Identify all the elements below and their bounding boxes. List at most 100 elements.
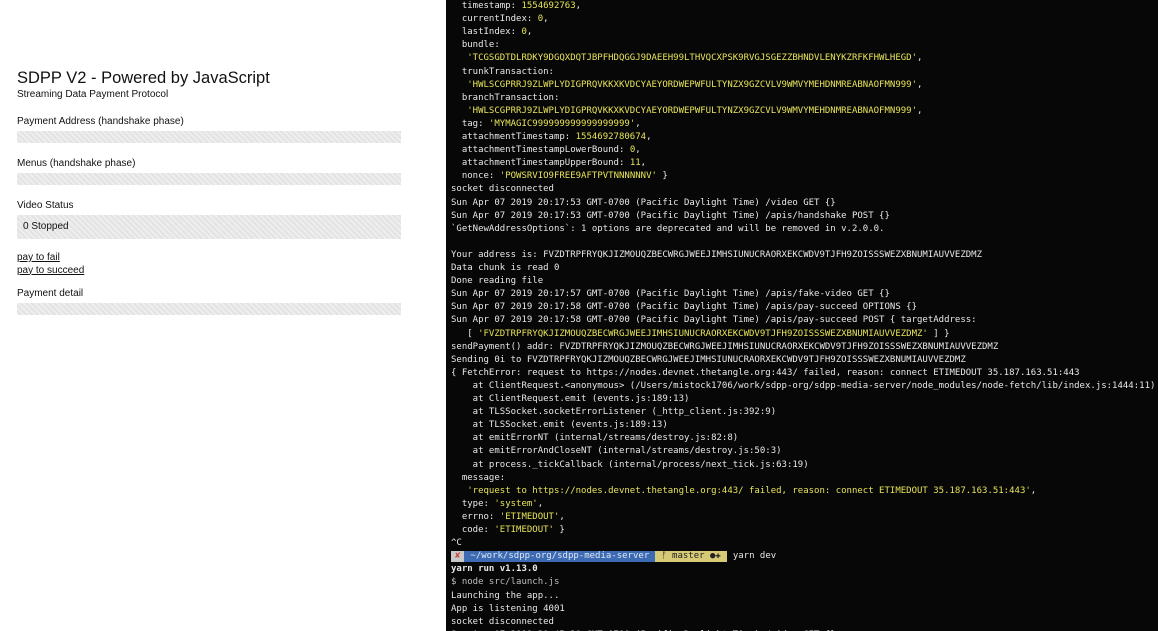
payment-address-label: Payment Address (handshake phase) (17, 116, 184, 127)
terminal-line: yarn run v1.13.0 (451, 563, 538, 576)
terminal-text: 'ETIMEDOUT' (499, 511, 560, 522)
terminal-text: , (640, 158, 647, 169)
terminal-line: Done reading file (451, 275, 543, 288)
terminal-text: 'POWSRVIO9FREE9AFTPVTNNNNNNV' (499, 171, 657, 182)
payment-detail-label: Payment detail (17, 288, 84, 299)
terminal-line: 'HWLSCGPRRJ9ZLWPLYDIGPRQVKKXKVDCYAEYORDW… (451, 79, 922, 92)
terminal-line: at ClientRequest.emit (events.js:189:13) (451, 393, 690, 406)
pay-to-fail-link[interactable]: pay to fail (17, 252, 401, 265)
terminal-text: Your address is: FVZDTRPFRYQKJIZMOUQZBEC… (451, 249, 983, 260)
terminal-line: message: (451, 472, 505, 485)
terminal-text: ] } (927, 328, 950, 339)
terminal-text: code: (451, 525, 495, 535)
terminal-text: at process._tickCallback (internal/proce… (451, 459, 809, 470)
terminal-line: sendPayment() addr: FVZDTRPFRYQKJIZMOUQZ… (451, 341, 998, 354)
terminal-line: socket disconnected (451, 616, 554, 629)
terminal-line: at TLSSocket.socketErrorListener (_http_… (451, 406, 776, 419)
terminal-text: , (575, 1, 582, 11)
terminal-text: , (646, 132, 652, 142)
terminal-text: errno: (451, 511, 500, 522)
terminal-text: at TLSSocket.emit (events.js:189:13) (451, 420, 668, 431)
terminal-text: , (917, 53, 923, 64)
terminal-line: Sun Apr 07 2019 20:17:57 GMT-0700 (Pacif… (451, 288, 890, 301)
payment-detail-field (17, 303, 401, 315)
terminal-text: lastIndex: (451, 27, 522, 38)
terminal-text: branchTransaction: (451, 92, 560, 103)
terminal-text: } (553, 525, 565, 535)
terminal-text: at ClientRequest.emit (events.js:189:13) (451, 394, 690, 404)
prompt-command: yarn dev (732, 551, 777, 562)
terminal-text: , (526, 27, 533, 38)
terminal-text: 'TCGSGDTDLRDKY9DGQXDQTJBPFHDQGGJ9DAEEH99… (451, 53, 917, 64)
terminal-line: trunkTransaction: (451, 66, 554, 79)
terminal-text: , (635, 145, 641, 156)
terminal-line: { FetchError: request to https://nodes.d… (451, 367, 1080, 380)
terminal-line: [ 'FVZDTRPFRYQKJIZMOUQZBECWRGJWEEJIMHSIU… (451, 328, 950, 341)
pay-to-succeed-link[interactable]: pay to succeed (17, 265, 401, 278)
terminal-text: 'system' (494, 498, 538, 509)
terminal-line: currentIndex: 0, (451, 13, 549, 26)
terminal-text: , (559, 511, 565, 522)
terminal-line: ^C (451, 537, 462, 550)
terminal-line: `GetNewAddressOptions`: 1 options are de… (451, 223, 884, 236)
terminal-text: Sun Apr 07 2019 20:17:57 GMT-0700 (Pacif… (451, 289, 890, 300)
terminal-text: nonce: (451, 171, 500, 182)
terminal-text: App is listening 4001 (451, 603, 565, 614)
terminal-line: attachmentTimestampLowerBound: 0, (451, 144, 641, 157)
terminal-text: attachmentTimestamp: (451, 132, 576, 142)
sdpp-web-page: SDPP V2 - Powered by JavaScript Streamin… (0, 0, 446, 631)
terminal-line: branchTransaction: (451, 92, 560, 105)
terminal-line: Sun Apr 07 2019 20:17:58 GMT-0700 (Pacif… (451, 301, 917, 314)
terminal-text: 'HWLSCGPRRJ9ZLWPLYDIGPRQVKKXKVDCYAEYORDW… (451, 79, 917, 90)
terminal-text: 'HWLSCGPRRJ9ZLWPLYDIGPRQVKKXKVDCYAEYORDW… (451, 105, 917, 116)
terminal-text: attachmentTimestampUpperBound: (451, 158, 630, 169)
terminal-line: attachmentTimestampUpperBound: 11, (451, 157, 646, 170)
terminal-line: Your address is: FVZDTRPFRYQKJIZMOUQZBEC… (451, 249, 982, 262)
terminal-text: , (1030, 485, 1037, 496)
terminal-line: Sun Apr 07 2019 20:17:58 GMT-0700 (Pacif… (451, 314, 977, 327)
terminal-text: yarn run v1.13.0 (451, 564, 538, 575)
terminal-line: Data chunk is read 0 (451, 262, 559, 275)
page-subtitle: Streaming Data Payment Protocol (17, 89, 169, 100)
terminal-window[interactable]: timestamp: 1554692763, currentIndex: 0, … (446, 0, 1158, 631)
terminal-text: message: (451, 472, 506, 483)
terminal-text: $ node src/launch.js (451, 577, 560, 588)
terminal-line: Sending 0i to FVZDTRPFRYQKJIZMOUQZBECWRG… (451, 354, 966, 367)
video-status-label: Video Status (17, 200, 74, 211)
terminal-text: [ (451, 328, 479, 339)
prompt-path: ~/work/sdpp-org/sdpp-media-server (464, 551, 656, 563)
terminal-line: at emitErrorNT (internal/streams/destroy… (451, 432, 739, 445)
terminal-text: attachmentTimestampLowerBound: (451, 145, 630, 156)
terminal-text: } (656, 171, 668, 182)
terminal-text: at emitErrorAndCloseNT (internal/streams… (451, 446, 782, 457)
terminal-text: 'request to https://nodes.devnet.thetang… (451, 485, 1031, 496)
terminal-text: bundle: (451, 40, 500, 51)
video-status-value: 0 Stopped (17, 215, 401, 239)
terminal-text: currentIndex: (451, 14, 538, 25)
terminal-line: at ClientRequest.<anonymous> (/Users/mis… (451, 380, 1156, 393)
terminal-text: sendPayment() addr: FVZDTRPFRYQKJIZMOUQZ… (451, 341, 999, 352)
terminal-line: at TLSSocket.emit (events.js:189:13) (451, 419, 668, 432)
page-content: SDPP V2 - Powered by JavaScript Streamin… (17, 69, 401, 315)
terminal-line: tag: 'MYMAGIC999999999999999999', (451, 118, 641, 131)
terminal-text: socket disconnected (451, 184, 554, 195)
terminal-text: timestamp: (451, 1, 522, 11)
terminal-text: type: (451, 498, 495, 509)
payment-address-field (17, 131, 401, 143)
terminal-text: at ClientRequest.<anonymous> (/Users/mis… (451, 380, 1156, 391)
terminal-text: Data chunk is read 0 (451, 263, 560, 273)
terminal-text: socket disconnected (451, 616, 554, 627)
terminal-line: bundle: (451, 39, 500, 52)
terminal-text: 1554692780674 (575, 132, 647, 142)
terminal-text: Sun Apr 07 2019 20:17:58 GMT-0700 (Pacif… (451, 302, 917, 313)
terminal-line: 'TCGSGDTDLRDKY9DGQXDQTJBPFHDQGGJ9DAEEH99… (451, 52, 922, 65)
terminal-line: lastIndex: 0, (451, 26, 532, 39)
terminal-text: 1554692763 (521, 1, 576, 11)
terminal-text: Sun Apr 07 2019 20:17:53 GMT-0700 (Pacif… (451, 197, 836, 208)
prompt-git-branch: ᚠ master ●✚ (655, 551, 727, 563)
terminal-line: nonce: 'POWSRVIO9FREE9AFTPVTNNNNNNV' } (451, 170, 668, 183)
terminal-text: Launching the app... (451, 590, 560, 601)
terminal-line: at emitErrorAndCloseNT (internal/streams… (451, 445, 782, 458)
terminal-text: 'MYMAGIC999999999999999999' (488, 118, 636, 129)
terminal-line: socket disconnected (451, 183, 554, 196)
